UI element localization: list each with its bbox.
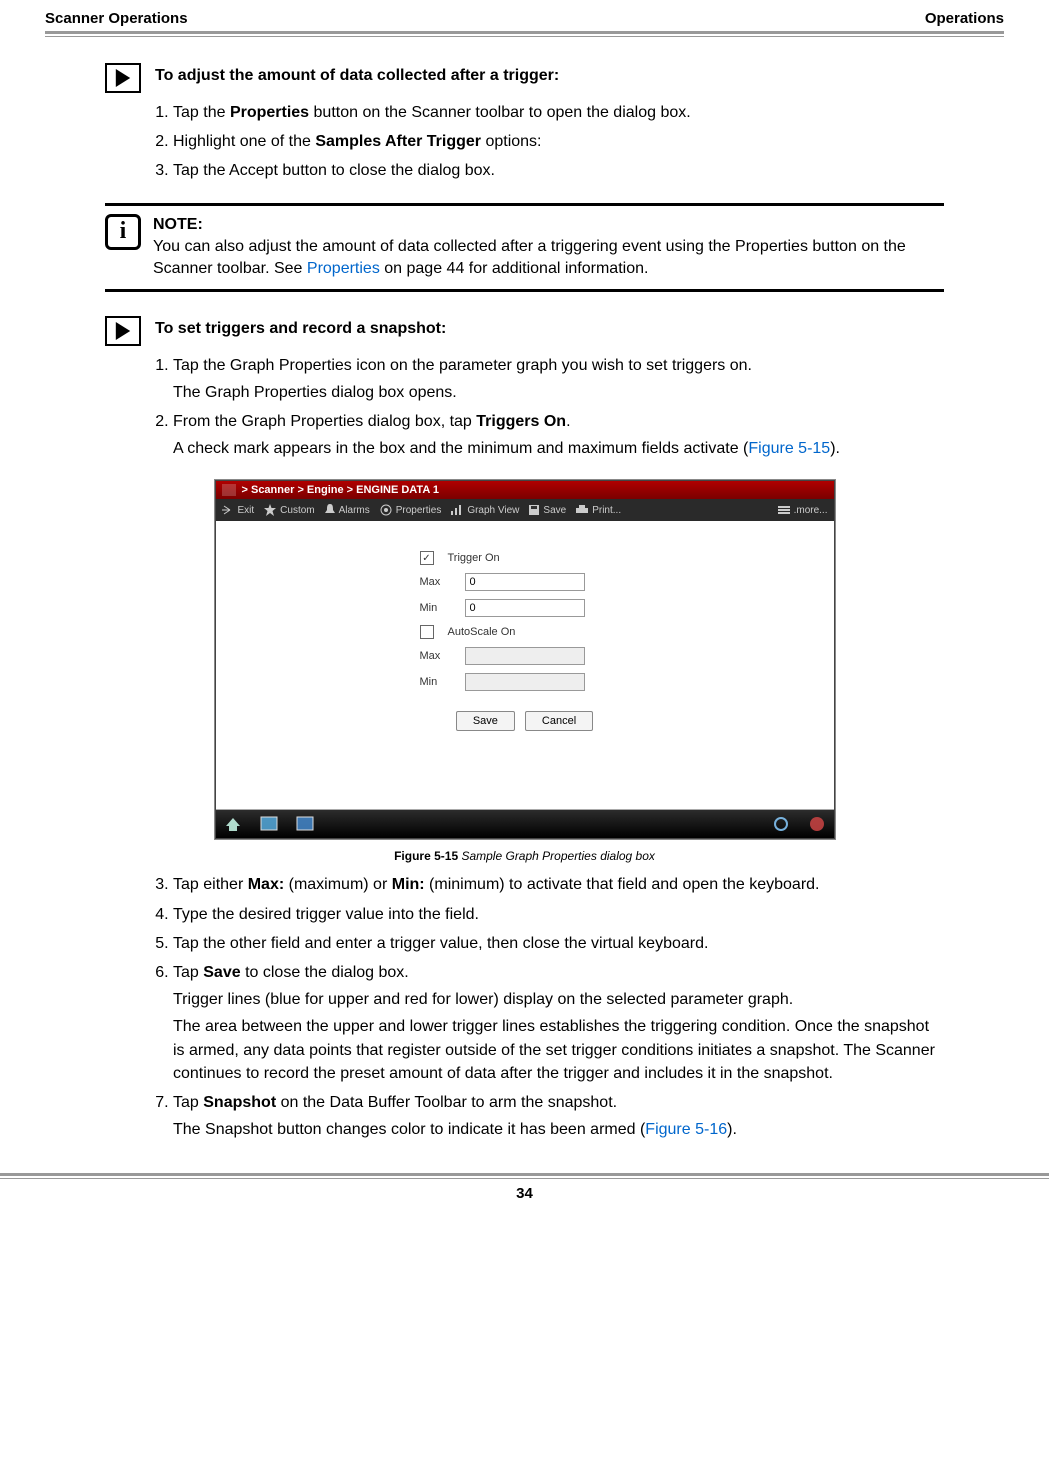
gear-icon [380, 504, 392, 516]
header-divider [45, 31, 1004, 37]
figure-caption: Figure 5-15 Sample Graph Properties dial… [215, 849, 835, 863]
min-field[interactable] [465, 599, 585, 617]
print-icon [576, 505, 588, 515]
save-button[interactable]: Save [529, 505, 566, 516]
procedure-steps-cont: Tap either Max: (maximum) or Min: (minim… [155, 873, 944, 1141]
properties-button[interactable]: Properties [380, 504, 442, 516]
autoscale-max-field [465, 647, 585, 665]
alarms-button[interactable]: Alarms [325, 504, 370, 516]
header-right: Operations [925, 10, 1004, 27]
more-icon [778, 506, 790, 514]
app-titlebar: > Scanner > Engine > ENGINE DATA 1 [216, 481, 834, 499]
list-icon[interactable] [296, 816, 314, 832]
autoscale-min-field [465, 673, 585, 691]
exit-button[interactable]: Exit [222, 505, 255, 516]
graph-icon [451, 505, 463, 515]
procedure-steps: Tap the Properties button on the Scanner… [155, 101, 944, 183]
more-button[interactable]: .more... [778, 505, 828, 516]
figure-ref-link[interactable]: Figure 5-16 [645, 1121, 727, 1138]
trigger-on-label: Trigger On [448, 552, 500, 564]
app-toolbar: Exit Custom Alarms Properties [216, 499, 834, 521]
min-label: Min [420, 602, 455, 614]
dialog-cancel-button[interactable]: Cancel [525, 711, 593, 731]
custom-button[interactable]: Custom [264, 504, 314, 516]
bell-icon [325, 504, 335, 516]
play-icon [105, 316, 141, 346]
star-icon [264, 504, 276, 516]
max-label-2: Max [420, 650, 455, 662]
max-field[interactable] [465, 573, 585, 591]
print-button[interactable]: Print... [576, 505, 621, 516]
graphview-button[interactable]: Graph View [451, 505, 519, 516]
autoscale-checkbox[interactable] [420, 625, 434, 639]
procedure-steps: Tap the Graph Properties icon on the par… [155, 354, 944, 461]
app-icon [222, 484, 236, 496]
note-body: NOTE: You can also adjust the amount of … [153, 214, 944, 281]
autoscale-label: AutoScale On [448, 626, 516, 638]
dialog-save-button[interactable]: Save [456, 711, 515, 731]
window-icon[interactable] [260, 816, 278, 832]
max-label: Max [420, 576, 455, 588]
trigger-on-checkbox[interactable]: ✓ [420, 551, 434, 565]
procedure-title: To set triggers and record a snapshot: [155, 320, 446, 338]
procedure-title: To adjust the amount of data collected a… [155, 67, 559, 85]
figure-ref-link[interactable]: Figure 5-15 [748, 440, 830, 457]
figure-5-15: > Scanner > Engine > ENGINE DATA 1 Exit … [215, 480, 835, 863]
disk-icon [529, 505, 539, 515]
app-taskbar [216, 810, 834, 838]
play-icon [105, 63, 141, 93]
home-icon[interactable] [224, 816, 242, 832]
page-number: 34 [45, 1185, 1004, 1202]
refresh-icon[interactable] [772, 816, 790, 832]
footer-divider [0, 1173, 1049, 1179]
properties-link[interactable]: Properties [307, 260, 380, 277]
info-icon: i [105, 214, 141, 250]
help-icon[interactable] [808, 816, 826, 832]
header-left: Scanner Operations [45, 10, 188, 27]
min-label-2: Min [420, 676, 455, 688]
